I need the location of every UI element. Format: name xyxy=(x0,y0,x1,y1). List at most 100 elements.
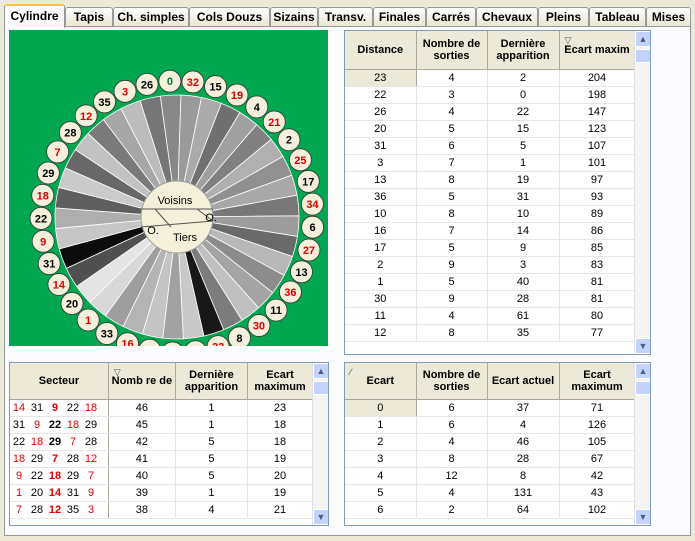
table-cell: 67 xyxy=(559,450,636,468)
table-cell: 17 xyxy=(345,239,417,257)
table-row[interactable]: 0 6 37 71 xyxy=(345,399,636,417)
table-row[interactable]: 30 9 28 81 xyxy=(345,290,636,308)
scroll-down-icon[interactable]: ▼ xyxy=(313,509,328,525)
table-cell: 85 xyxy=(559,239,636,257)
col-secteur[interactable]: Secteur xyxy=(10,363,109,400)
tab-transv[interactable]: Transv. xyxy=(318,7,373,27)
scroll-up-icon[interactable]: ▲ xyxy=(635,363,650,379)
table-row[interactable]: 17 5 9 85 xyxy=(345,239,636,257)
wheel-number: 4 xyxy=(254,102,261,114)
table-row[interactable]: 1 6 4 126 xyxy=(345,416,636,434)
wheel-number: 12 xyxy=(80,111,92,123)
table-cell: 4 xyxy=(416,103,488,121)
table-row[interactable]: 23 4 2 204 xyxy=(345,69,636,87)
col-nombre[interactable]: ▽ Nomb re de xyxy=(108,363,176,400)
table-row[interactable]: 26 4 22 147 xyxy=(345,103,636,121)
table-row[interactable]: 22 3 0 198 xyxy=(345,86,636,104)
table-row[interactable]: 31 9 22 18 29 45 1 18 xyxy=(10,416,313,434)
table-cell: 14 xyxy=(487,222,560,240)
col-distance[interactable]: Distance xyxy=(345,31,417,70)
table-row[interactable]: 5 4 131 43 xyxy=(345,484,636,502)
table-row[interactable]: 18 29 7 28 12 41 5 19 xyxy=(10,450,313,468)
table-cell: 42 xyxy=(559,467,636,485)
table-cell: 37 xyxy=(487,399,560,417)
col-ecart-actuel[interactable]: Ecart actuel xyxy=(487,363,560,400)
table-row[interactable]: 7 28 12 35 3 38 4 21 xyxy=(10,501,313,519)
table-row[interactable]: 3 7 1 101 xyxy=(345,154,636,172)
table-row[interactable]: 9 22 18 29 7 40 5 20 xyxy=(10,467,313,485)
secteur-number: 14 xyxy=(48,486,62,499)
table-row[interactable]: 13 8 19 97 xyxy=(345,171,636,189)
table-row[interactable]: 4 12 8 42 xyxy=(345,467,636,485)
col-ecart[interactable]: ⁄ Ecart xyxy=(345,363,417,400)
table-cell: 40 xyxy=(487,273,560,291)
table-cell: 39 xyxy=(108,484,176,502)
tab-sizains[interactable]: Sizains xyxy=(270,7,318,27)
table-cell: 5 xyxy=(175,450,249,468)
distance-grid: Distance Nombre de sorties Dernière appa… xyxy=(344,30,651,355)
tab-cylindre[interactable]: Cylindre xyxy=(4,4,65,28)
table-row[interactable]: 11 4 61 80 xyxy=(345,307,636,325)
table-cell: 107 xyxy=(559,137,636,155)
table-row[interactable]: 20 5 15 123 xyxy=(345,120,636,138)
table-row[interactable]: 3 8 28 67 xyxy=(345,450,636,468)
table-row[interactable]: 12 8 35 77 xyxy=(345,324,636,342)
table-row[interactable]: 31 6 5 107 xyxy=(345,137,636,155)
tab-mises[interactable]: Mises xyxy=(646,7,691,27)
secteur-number: 20 xyxy=(30,486,44,499)
tiers-label: Tiers xyxy=(173,232,198,244)
secteur-cell: 1 20 14 31 9 xyxy=(10,484,109,502)
secteur-number: 22 xyxy=(66,401,80,414)
table-row[interactable]: 36 5 31 93 xyxy=(345,188,636,206)
tab-carr-s[interactable]: Carrés xyxy=(426,7,476,27)
table-row[interactable]: 10 8 10 89 xyxy=(345,205,636,223)
table-row[interactable]: 1 5 40 81 xyxy=(345,273,636,291)
tab-tapis[interactable]: Tapis xyxy=(65,7,113,27)
table-cell: 38 xyxy=(108,501,176,519)
tab-cols-douzs[interactable]: Cols Douzs xyxy=(189,7,270,27)
wheel-number: 0 xyxy=(167,76,173,88)
scroll-thumb[interactable] xyxy=(313,381,328,395)
distance-scrollbar[interactable]: ▲ ▼ xyxy=(634,31,650,354)
sort-indicator-icon: ⁄ xyxy=(350,367,352,377)
tab-chevaux[interactable]: Chevaux xyxy=(476,7,538,27)
table-row[interactable]: 2 4 46 105 xyxy=(345,433,636,451)
table-cell: 9 xyxy=(487,239,560,257)
tab-ch-simples[interactable]: Ch. simples xyxy=(113,7,189,27)
col-derniere-apparition[interactable]: Dernière apparition xyxy=(487,31,560,70)
scroll-down-icon[interactable]: ▼ xyxy=(635,338,650,354)
ecart-scrollbar[interactable]: ▲ ▼ xyxy=(634,363,650,525)
scroll-up-icon[interactable]: ▲ xyxy=(635,31,650,47)
col-derniere-apparition[interactable]: Dernière apparition xyxy=(175,363,249,400)
scroll-down-icon[interactable]: ▼ xyxy=(635,509,650,525)
col-ecart-maxim[interactable]: ▽ Ecart maxim xyxy=(559,31,636,70)
col-nombre-sorties[interactable]: Nombre de sorties xyxy=(416,31,488,70)
col-ecart-maximum[interactable]: Ecart maximum xyxy=(247,363,313,400)
table-row[interactable]: 14 31 9 22 18 46 1 23 xyxy=(10,399,313,417)
wheel-number: 25 xyxy=(294,155,306,167)
table-row[interactable]: 6 2 64 102 xyxy=(345,501,636,519)
table-cell: 4 xyxy=(416,307,488,325)
tab-finales[interactable]: Finales xyxy=(373,7,426,27)
wheel-number: 26 xyxy=(141,79,153,91)
table-cell: 43 xyxy=(559,484,636,502)
table-cell: 31 xyxy=(345,137,417,155)
distance-table: Distance Nombre de sorties Dernière appa… xyxy=(345,31,636,342)
scroll-thumb[interactable] xyxy=(635,381,650,395)
scroll-up-icon[interactable]: ▲ xyxy=(313,363,328,379)
table-cell: 46 xyxy=(108,399,176,417)
secteur-number: 1 xyxy=(15,486,23,499)
col-nombre-sorties[interactable]: Nombre de sorties xyxy=(416,363,488,400)
table-row[interactable]: 22 18 29 7 28 42 5 18 xyxy=(10,433,313,451)
secteur-scrollbar[interactable]: ▲ ▼ xyxy=(312,363,328,525)
table-cell: 19 xyxy=(247,484,313,502)
scroll-thumb[interactable] xyxy=(635,49,650,63)
table-row[interactable]: 1 20 14 31 9 39 1 19 xyxy=(10,484,313,502)
tab-tableau[interactable]: Tableau xyxy=(589,7,646,27)
table-row[interactable]: 2 9 3 83 xyxy=(345,256,636,274)
secteur-table: Secteur ▽ Nomb re de Dernière apparition … xyxy=(10,363,313,519)
tab-pleins[interactable]: Pleins xyxy=(538,7,589,27)
table-cell: 28 xyxy=(487,450,560,468)
col-ecart-maximum[interactable]: Ecart maximum xyxy=(559,363,636,400)
table-row[interactable]: 16 7 14 86 xyxy=(345,222,636,240)
